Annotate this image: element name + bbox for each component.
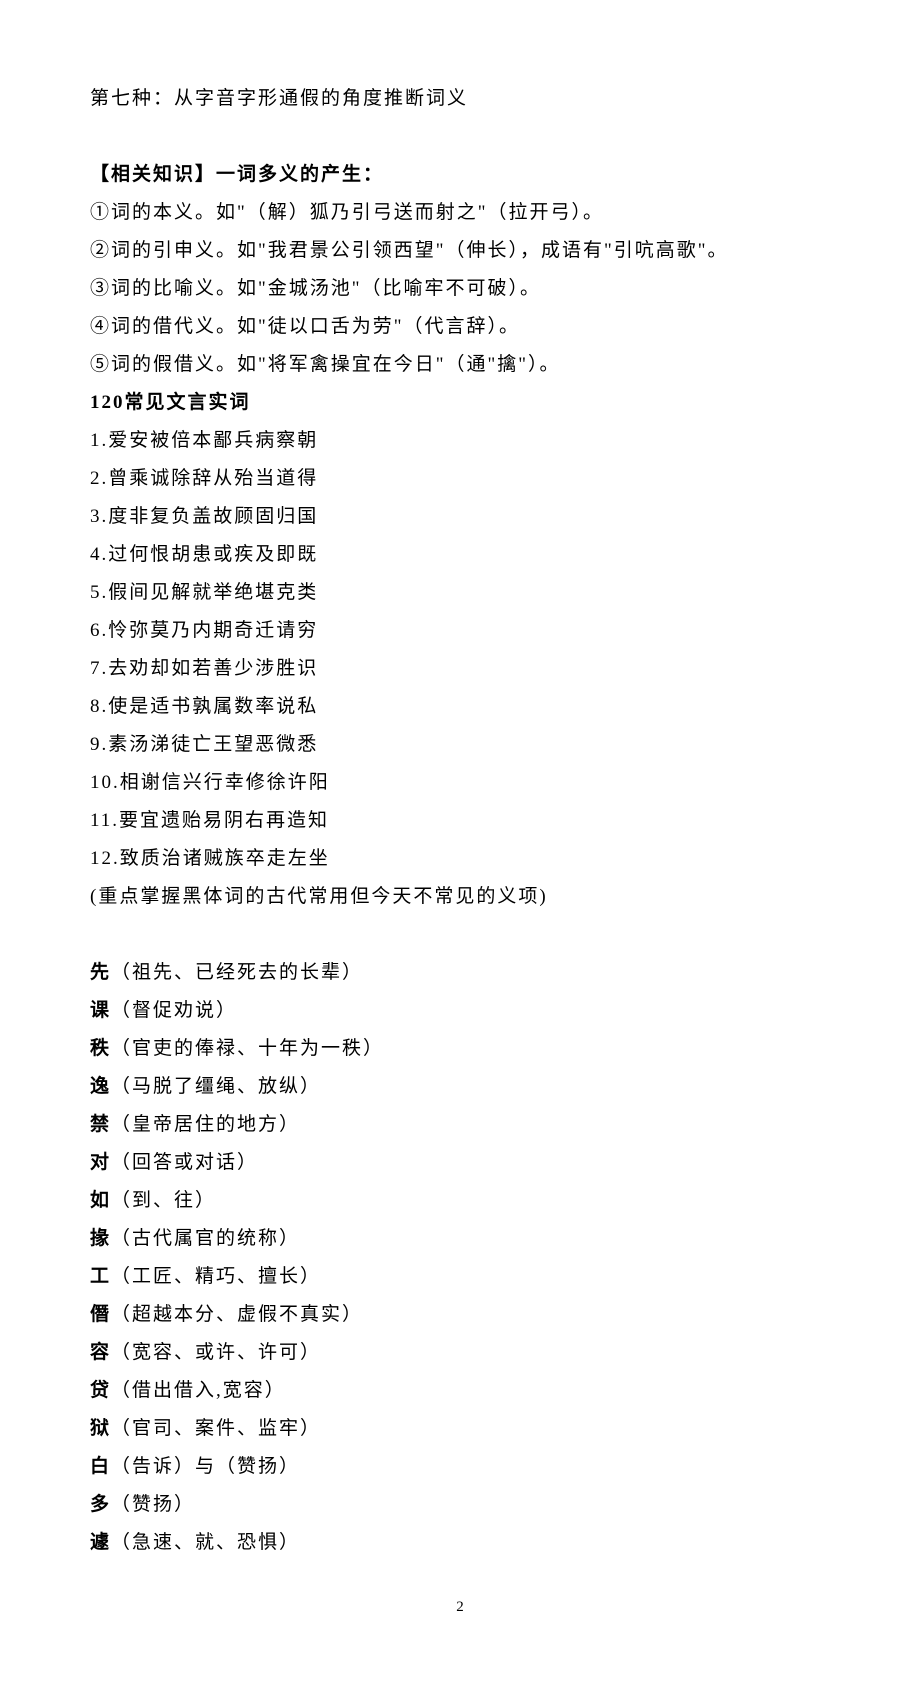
word-def: （告诉）与（赞扬） [111,1456,300,1477]
char-group: 11.要宜遗贻易阴右再造知 [90,802,830,840]
meaning-item: ⑤词的假借义。如"将军禽操宜在今日"（通"擒"）。 [90,346,830,384]
word-term: 先 [90,962,111,983]
word-entry: 狱（官司、案件、监牢） [90,1410,830,1448]
word-def: （宽容、或许、许可） [111,1342,321,1363]
word-entry: 多（赞扬） [90,1486,830,1524]
meaning-item: ④词的借代义。如"徒以口舌为劳"（代言辞）。 [90,308,830,346]
char-group: 4.过何恨胡患或疾及即既 [90,536,830,574]
word-entry: 对（回答或对话） [90,1144,830,1182]
char-group: 12.致质治诸贼族卒走左坐 [90,840,830,878]
char-group: 2.曾乘诚除辞从殆当道得 [90,460,830,498]
word-definitions: 先（祖先、已经死去的长辈） 课（督促劝说） 秩（官吏的俸禄、十年为一秩） 逸（马… [90,954,830,1562]
word-term: 如 [90,1190,111,1211]
word-term: 逸 [90,1076,111,1097]
word-def: （赞扬） [111,1494,195,1515]
word-entry: 逸（马脱了缰绳、放纵） [90,1068,830,1106]
word-term: 遽 [90,1532,111,1553]
word-def: （马脱了缰绳、放纵） [111,1076,321,1097]
word-term: 秩 [90,1038,111,1059]
word-entry: 课（督促劝说） [90,992,830,1030]
word-term: 课 [90,1000,111,1021]
character-group-list: 1.爱安被倍本鄙兵病察朝 2.曾乘诚除辞从殆当道得 3.度非复负盖故顾固归国 4… [90,422,830,878]
word-def: （到、往） [111,1190,216,1211]
word-term: 对 [90,1152,111,1173]
word-def: （皇帝居住的地方） [111,1114,300,1135]
page-number: 2 [90,1592,830,1622]
note-line: (重点掌握黑体词的古代常用但今天不常见的义项) [90,878,830,916]
heading-120-words: 120常见文言实词 [90,384,830,422]
word-def: （古代属官的统称） [111,1228,300,1249]
word-entry: 禁（皇帝居住的地方） [90,1106,830,1144]
word-entry: 容（宽容、或许、许可） [90,1334,830,1372]
meaning-item: ③词的比喻义。如"金城汤池"（比喻牢不可破）。 [90,270,830,308]
char-group: 5.假间见解就举绝堪克类 [90,574,830,612]
word-term: 容 [90,1342,111,1363]
word-term: 禁 [90,1114,111,1135]
word-entry: 先（祖先、已经死去的长辈） [90,954,830,992]
word-entry: 遽（急速、就、恐惧） [90,1524,830,1562]
word-def: （工匠、精巧、擅长） [111,1266,321,1287]
heading-related-knowledge: 【相关知识】一词多义的产生： [90,156,830,194]
meaning-item: ①词的本义。如"（解）狐乃引弓送而射之"（拉开弓）。 [90,194,830,232]
char-group: 3.度非复负盖故顾固归国 [90,498,830,536]
word-term: 多 [90,1494,111,1515]
char-group: 7.去劝却如若善少涉胜识 [90,650,830,688]
word-term: 贷 [90,1380,111,1401]
document-page: 第七种：从字音字形通假的角度推断词义 【相关知识】一词多义的产生： ①词的本义。… [0,0,920,1682]
word-term: 僭 [90,1304,111,1325]
word-def: （官吏的俸禄、十年为一秩） [111,1038,384,1059]
word-def: （急速、就、恐惧） [111,1532,300,1553]
char-group: 10.相谢信兴行幸修徐许阳 [90,764,830,802]
word-def: （官司、案件、监牢） [111,1418,321,1439]
word-entry: 贷（借出借入,宽容） [90,1372,830,1410]
word-term: 掾 [90,1228,111,1249]
word-term: 狱 [90,1418,111,1439]
word-def: （回答或对话） [111,1152,258,1173]
word-def: （借出借入,宽容） [111,1380,286,1401]
char-group: 1.爱安被倍本鄙兵病察朝 [90,422,830,460]
word-term: 白 [90,1456,111,1477]
word-entry: 秩（官吏的俸禄、十年为一秩） [90,1030,830,1068]
char-group: 8.使是适书孰属数率说私 [90,688,830,726]
top-line: 第七种：从字音字形通假的角度推断词义 [90,80,830,118]
word-entry: 掾（古代属官的统称） [90,1220,830,1258]
meaning-list: ①词的本义。如"（解）狐乃引弓送而射之"（拉开弓）。 ②词的引申义。如"我君景公… [90,194,830,384]
word-entry: 工（工匠、精巧、擅长） [90,1258,830,1296]
char-group: 6.怜弥莫乃内期奇迁请穷 [90,612,830,650]
word-entry: 白（告诉）与（赞扬） [90,1448,830,1486]
meaning-item: ②词的引申义。如"我君景公引领西望"（伸长），成语有"引吭高歌"。 [90,232,830,270]
word-def: （祖先、已经死去的长辈） [111,962,363,983]
word-term: 工 [90,1266,111,1287]
word-entry: 如（到、往） [90,1182,830,1220]
word-def: （督促劝说） [111,1000,237,1021]
word-def: （超越本分、虚假不真实） [111,1304,363,1325]
char-group: 9.素汤涕徒亡王望恶微悉 [90,726,830,764]
